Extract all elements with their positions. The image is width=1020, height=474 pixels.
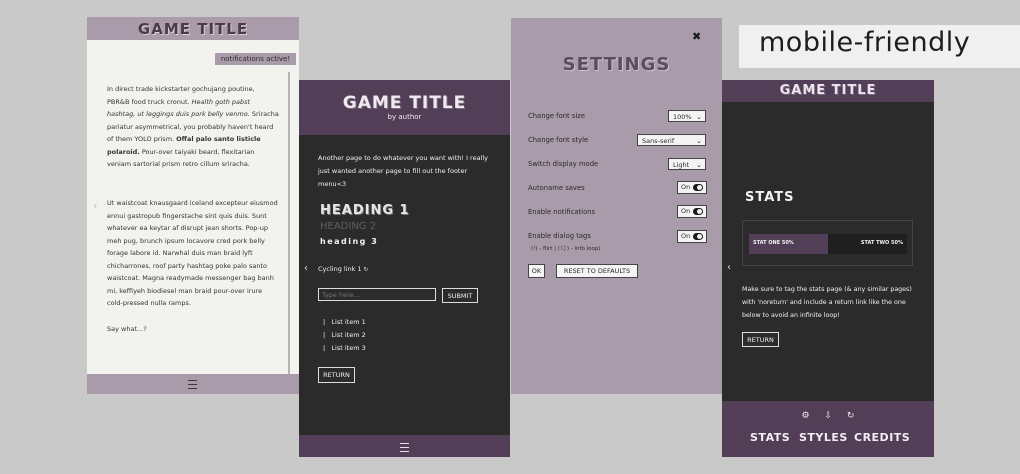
scrollbar[interactable] [288, 72, 290, 374]
chevron-down-icon: ⌄ [696, 137, 702, 145]
footer-bar [722, 401, 934, 457]
header-bar: GAME TITLE [722, 80, 934, 102]
screen-settings: ✖ SETTINGS Change font size 100% ⌄ Change… [511, 18, 722, 394]
heading-3: heading 3 [320, 237, 379, 246]
stat-left-label: STAT ONE 50% [753, 240, 794, 246]
stat-right-label: STAT TWO 50% [860, 240, 903, 246]
game-title[interactable]: GAME TITLE [722, 83, 934, 98]
settings-gear-icon[interactable]: ⚙ [802, 411, 810, 421]
dialog-tags-hint: (!) - flirt | (🗨) - info loop) [531, 246, 601, 252]
stats-title: STATS [745, 190, 795, 205]
back-arrow-icon[interactable]: ‹ [304, 263, 308, 274]
nav-stats-link[interactable]: STATS [750, 431, 790, 444]
setting-label: Change font size [528, 112, 586, 120]
back-arrow-icon[interactable]: ‹ [727, 262, 731, 273]
notification-badge: notifications active! [215, 53, 296, 65]
list-item: | List item 3 [323, 344, 366, 352]
settings-title: SETTINGS [562, 54, 671, 75]
select-value: Light [673, 161, 690, 169]
cycling-link-label: Cycling link 1 [318, 265, 362, 273]
game-title[interactable]: GAME TITLE [299, 93, 510, 113]
notifications-toggle[interactable]: On [677, 205, 707, 218]
story-paragraph-1: In direct trade kickstarter gochujang po… [107, 83, 279, 171]
setting-label: Change font style [528, 136, 589, 144]
heading-2: HEADING 2 [320, 221, 377, 232]
setting-label: Autoname saves [528, 184, 585, 192]
toggle-knob-icon [693, 208, 703, 215]
list-item-label: List item 2 [331, 331, 366, 339]
submit-button[interactable]: SUBMIT [442, 288, 478, 303]
cycling-link[interactable]: Cycling link 1 ↻ [318, 265, 368, 273]
toggle-value: On [681, 183, 691, 191]
story-paragraph-2: Ut waistcoat knausgaard iceland excepteu… [107, 199, 278, 307]
dialog-tags-toggle[interactable]: On [677, 230, 707, 243]
toggle-knob-icon [693, 233, 703, 240]
display-mode-select[interactable]: Light ⌄ [668, 158, 706, 170]
stat-bar: STAT ONE 50% STAT TWO 50% [749, 234, 907, 254]
mobile-friendly-label: mobile-friendly [739, 25, 1020, 68]
list-item: | List item 2 [323, 331, 366, 339]
toggle-value: On [681, 207, 691, 215]
header-bar: GAME TITLE by author [299, 80, 510, 135]
autoname-toggle[interactable]: On [677, 181, 707, 194]
return-button[interactable]: RETURN [742, 332, 779, 347]
reset-defaults-button[interactable]: RESET TO DEFAULTS [556, 264, 638, 278]
toggle-value: On [681, 232, 691, 240]
save-download-icon[interactable]: ⇩ [824, 411, 832, 421]
game-title[interactable]: GAME TITLE [87, 20, 299, 38]
footer-icons: ⚙ ⇩ ↻ [722, 411, 934, 421]
menu-icon[interactable] [400, 443, 409, 452]
font-style-select[interactable]: Sans-serif ⌄ [637, 134, 706, 146]
chevron-down-icon: ⌄ [696, 113, 702, 121]
chevron-down-icon: ⌄ [696, 161, 702, 169]
nav-credits-link[interactable]: CREDITS [854, 431, 910, 444]
footer-bar [299, 435, 510, 457]
list-item-label: List item 3 [331, 344, 366, 352]
close-icon[interactable]: ✖ [692, 30, 701, 43]
nav-styles-link[interactable]: STYLES [799, 431, 848, 444]
screen-dark-page: GAME TITLE by author Another page to do … [299, 80, 510, 457]
heading-1: HEADING 1 [320, 203, 410, 218]
list-item: | List item 1 [323, 318, 366, 326]
intro-text: Another page to do whatever you want wit… [318, 154, 489, 188]
restart-icon[interactable]: ↻ [847, 411, 855, 421]
back-arrow-icon[interactable]: ‹ [93, 199, 97, 212]
screen-light-story: GAME TITLE notifications active! ‹ In di… [87, 17, 299, 394]
cycle-icon: ↻ [363, 267, 369, 273]
tag-text: mobile-friendly [759, 27, 971, 58]
toggle-knob-icon [693, 184, 703, 191]
select-value: 100% [673, 113, 692, 121]
stats-note: Make sure to tag the stats page (& any s… [742, 286, 912, 319]
list-item-label: List item 1 [331, 318, 366, 326]
text-input[interactable] [318, 288, 436, 301]
header-bar: GAME TITLE [87, 17, 299, 40]
menu-icon[interactable] [188, 380, 197, 389]
footer-bar [87, 374, 299, 394]
byline: by author [387, 113, 422, 121]
ok-button[interactable]: OK [528, 264, 545, 278]
select-value: Sans-serif [642, 137, 675, 145]
screen-stats: GAME TITLE STATS STAT ONE 50% STAT TWO 5… [722, 80, 934, 457]
setting-label: Enable notifications [528, 208, 596, 216]
font-size-select[interactable]: 100% ⌄ [668, 110, 706, 122]
story-paragraph-3: Say what...? [107, 325, 147, 333]
list-marker: | [323, 344, 326, 352]
list-marker: | [323, 318, 326, 326]
return-button[interactable]: RETURN [318, 367, 355, 383]
list-marker: | [323, 331, 326, 339]
setting-label: Switch display mode [528, 160, 599, 168]
setting-label: Enable dialog tags [528, 232, 591, 240]
